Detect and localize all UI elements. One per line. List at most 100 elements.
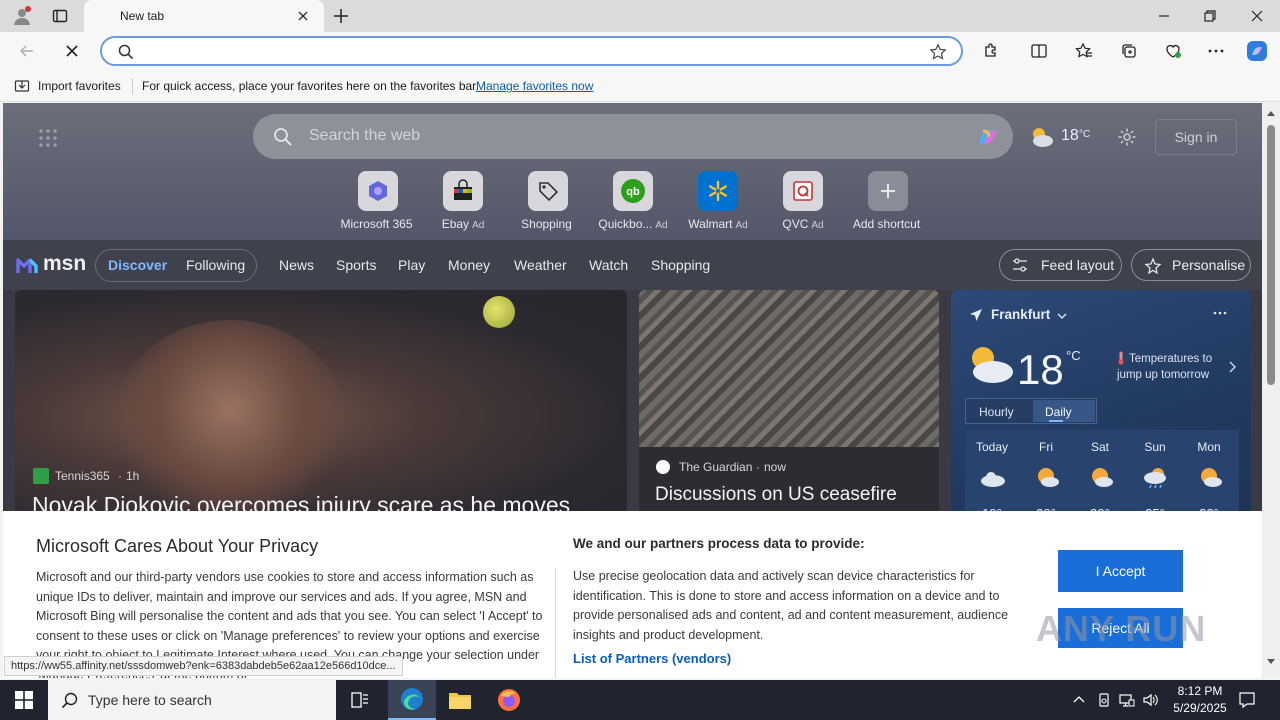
tab-following[interactable]: Following	[186, 257, 245, 273]
partly-sunny-icon	[1034, 466, 1060, 488]
network-icon[interactable]	[1119, 692, 1135, 708]
card2-headline[interactable]: Discussions on US ceasefire	[655, 484, 897, 506]
shortcut-add[interactable]: Add shortcut	[848, 171, 928, 231]
hero-source[interactable]: Tennis365	[55, 469, 110, 483]
import-favorites-button[interactable]: Import favorites	[38, 79, 121, 93]
forecast-day-today[interactable]: Today	[967, 440, 1017, 454]
favorites-icon[interactable]	[1075, 42, 1093, 60]
tab-hourly[interactable]: Hourly	[979, 405, 1014, 419]
weather-card[interactable]: Frankfurt 18 °C Temperatures to jump up …	[951, 290, 1251, 520]
volume-icon[interactable]	[1142, 692, 1158, 708]
extensions-icon[interactable]	[982, 42, 1000, 60]
more-options-icon[interactable]	[1207, 42, 1225, 60]
windows-start-icon[interactable]	[15, 691, 33, 709]
page-settings-icon[interactable]	[1117, 127, 1137, 147]
close-window-icon[interactable]	[1249, 8, 1265, 24]
tab-daily[interactable]: Daily	[1045, 405, 1072, 419]
nav-sports[interactable]: Sports	[336, 257, 376, 273]
hero-dot: ·	[118, 469, 122, 483]
nav-play[interactable]: Play	[398, 257, 425, 273]
web-search-box[interactable]: Search the web	[253, 114, 1013, 159]
page-scrollbar[interactable]	[1262, 103, 1280, 678]
chevron-right-icon[interactable]	[1227, 360, 1237, 374]
shortcut-walmart[interactable]: Walmart Ad	[678, 171, 758, 231]
shortcut-shopping[interactable]: Shopping	[508, 171, 588, 231]
qvc-icon	[783, 171, 823, 211]
msn-logo-icon[interactable]	[15, 251, 41, 277]
personalise-button[interactable]: Personalise	[1131, 249, 1251, 281]
header-weather-temp[interactable]: 18	[1061, 127, 1079, 145]
nav-news[interactable]: News	[279, 257, 314, 273]
file-explorer-icon[interactable]	[448, 690, 472, 710]
tab-title: New tab	[120, 9, 165, 23]
tab-discover[interactable]: Discover	[108, 257, 167, 273]
hero-news-card[interactable]: Tennis365 · 1h Novak Djokovic overcomes …	[15, 290, 627, 520]
apps-launcher-icon[interactable]	[38, 128, 58, 148]
manage-favorites-link[interactable]: Manage favorites now	[476, 79, 593, 93]
scroll-up-icon[interactable]	[1267, 110, 1275, 116]
weather-note[interactable]: Temperatures to jump up tomorrow	[1117, 351, 1229, 383]
accept-label: I Accept	[1095, 563, 1146, 579]
split-screen-icon[interactable]	[1030, 42, 1048, 60]
forecast-day-sat[interactable]: Sat	[1075, 440, 1125, 454]
chevron-up-icon[interactable]	[1071, 692, 1087, 708]
scroll-thumb[interactable]	[1267, 125, 1275, 385]
shortcut-label: Walmart	[688, 217, 733, 231]
address-bar[interactable]	[100, 36, 963, 66]
shortcut-microsoft-365[interactable]: Microsoft 365	[338, 171, 418, 231]
rain-cloud-icon	[1143, 466, 1169, 490]
weather-city[interactable]: Frankfurt	[991, 307, 1050, 322]
nav-watch[interactable]: Watch	[589, 257, 628, 273]
shopping-tag-icon	[528, 171, 568, 211]
taskbar-search-box[interactable]: Type here to search	[48, 680, 336, 720]
sign-in-button[interactable]: Sign in	[1155, 119, 1237, 155]
feed-layout-button[interactable]: Feed layout	[999, 249, 1122, 281]
taskbar-clock[interactable]: 8:12 PM 5/29/2025	[1160, 683, 1240, 717]
nav-money[interactable]: Money	[448, 257, 490, 273]
news-card-guardian[interactable]: The Guardian · now Discussions on US cea…	[639, 290, 939, 520]
task-view-icon[interactable]	[350, 691, 370, 709]
browser-essentials-icon[interactable]	[1164, 42, 1182, 60]
msn-logo-text[interactable]: msn	[43, 252, 86, 276]
tab-new-tab[interactable]: New tab	[84, 0, 324, 32]
favorite-star-icon[interactable]	[929, 43, 947, 61]
sign-in-label: Sign in	[1174, 129, 1218, 145]
address-input[interactable]	[146, 44, 906, 60]
tab-actions-icon[interactable]	[52, 8, 68, 24]
device-icon[interactable]	[1096, 692, 1112, 708]
shortcut-ebay[interactable]: Ebay Ad	[423, 171, 503, 231]
forecast-day-mon[interactable]: Mon	[1184, 440, 1234, 454]
walmart-icon	[698, 171, 738, 211]
minimize-icon[interactable]	[1156, 8, 1172, 24]
notifications-icon[interactable]	[1238, 691, 1256, 709]
back-icon[interactable]	[18, 42, 36, 60]
collections-icon[interactable]	[1120, 42, 1138, 60]
close-tab-icon[interactable]	[296, 9, 310, 23]
web-search-placeholder: Search the web	[309, 127, 421, 144]
restore-icon[interactable]	[1202, 8, 1218, 24]
forecast-day-sun[interactable]: Sun	[1130, 440, 1180, 454]
nav-shopping[interactable]: Shopping	[651, 257, 710, 273]
card2-source[interactable]: The Guardian	[679, 460, 752, 474]
privacy-purposes-body: Use precise geolocation data and activel…	[573, 569, 1009, 642]
chevron-down-icon[interactable]	[1057, 311, 1067, 321]
profile-icon[interactable]	[12, 6, 32, 26]
forecast-day-fri[interactable]: Fri	[1021, 440, 1071, 454]
firefox-icon[interactable]	[497, 688, 521, 712]
import-favorites-icon[interactable]	[14, 78, 30, 94]
copilot-search-icon[interactable]	[973, 122, 1003, 152]
shortcut-quickbooks[interactable]: qb Quickbo... Ad	[593, 171, 673, 231]
list-of-partners-link[interactable]: List of Partners (vendors)	[573, 651, 731, 666]
shortcut-label: Add shortcut	[852, 217, 921, 231]
nav-weather[interactable]: Weather	[514, 257, 567, 273]
new-tab-button[interactable]	[332, 7, 350, 25]
accept-button[interactable]: I Accept	[1058, 550, 1183, 592]
svg-text:qb: qb	[626, 186, 640, 198]
shortcut-qvc[interactable]: QVC Ad	[763, 171, 843, 231]
edge-taskbar-icon[interactable]	[388, 680, 436, 720]
more-icon[interactable]	[1213, 310, 1227, 316]
stop-loading-icon[interactable]	[63, 42, 81, 60]
copilot-icon[interactable]	[1245, 39, 1269, 63]
scroll-down-icon[interactable]	[1267, 659, 1275, 665]
header-weather-icon[interactable]	[1028, 125, 1056, 149]
